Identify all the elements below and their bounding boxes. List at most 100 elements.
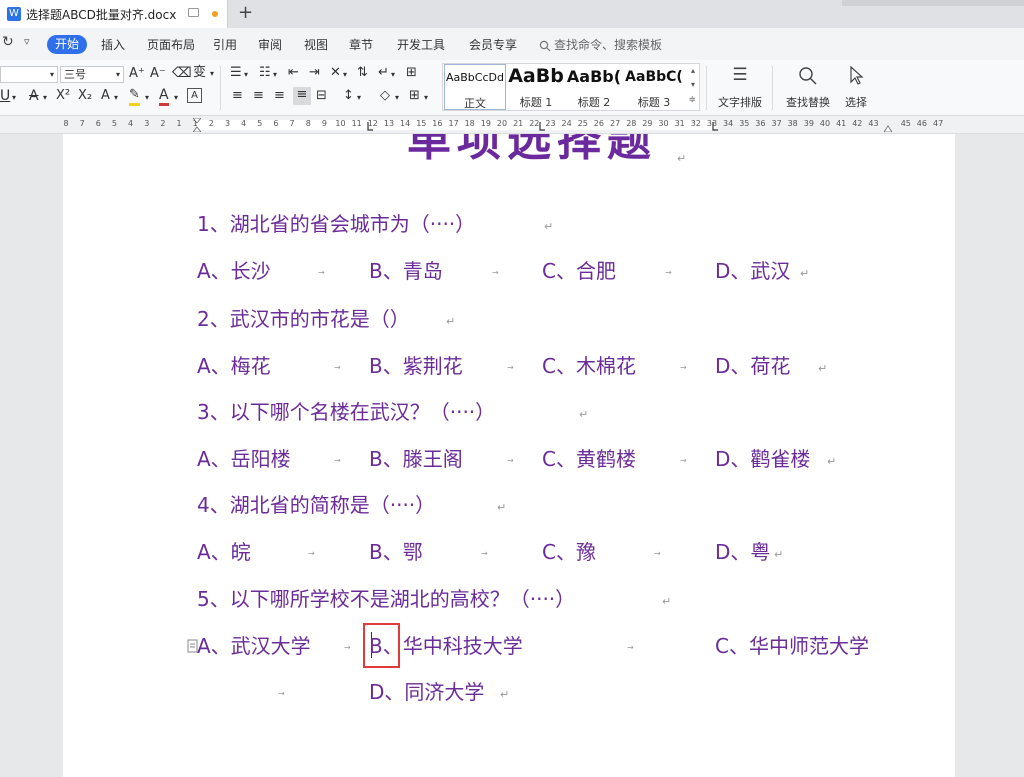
style-heading-3[interactable]: AaBbC( 标题 3: [623, 64, 685, 110]
q5-option-d[interactable]: D、同济大学: [369, 680, 484, 704]
chevron-down-icon[interactable]: ▾: [343, 67, 347, 83]
question-5[interactable]: 5、以下哪所学校不是湖北的高校？（····）: [197, 587, 575, 611]
menu-tab-references[interactable]: 引用: [213, 36, 237, 53]
shading-icon[interactable]: ◇: [380, 88, 390, 104]
subscript-button[interactable]: X₂: [78, 88, 92, 104]
q4-option-b[interactable]: B、鄂: [369, 540, 423, 564]
chevron-down-icon[interactable]: ▾: [357, 90, 361, 106]
q1-option-a[interactable]: A、长沙: [197, 259, 271, 283]
tab-stop-marker-icon[interactable]: [366, 118, 374, 132]
style-heading-2[interactable]: AaBb( 标题 2: [565, 64, 623, 110]
document-tab[interactable]: W 选择题ABCD批量对齐.docx: [0, 0, 228, 28]
pinyin-icon[interactable]: 变: [193, 65, 206, 81]
q2-option-a[interactable]: A、梅花: [197, 354, 271, 378]
sort-icon[interactable]: ⇅: [357, 65, 368, 81]
font-name-select[interactable]: ▾: [0, 66, 58, 83]
q4-option-a[interactable]: A、皖: [197, 540, 251, 564]
shrink-font-button[interactable]: A⁻: [150, 66, 166, 82]
document-page[interactable]: 单项选择题 ↵ 1、湖北省的省会城市为（····） ↵ A、长沙 → B、青岛 …: [63, 134, 955, 777]
question-1[interactable]: 1、湖北省的省会城市为（····）: [197, 212, 475, 236]
line-spacing-icon[interactable]: ↕: [343, 88, 354, 104]
q3-option-d[interactable]: D、鹳雀楼: [715, 447, 810, 471]
bullet-list-icon[interactable]: ☰: [230, 65, 242, 81]
menu-tab-chapter[interactable]: 章节: [349, 36, 373, 53]
styles-more-icon[interactable]: ≑: [688, 95, 696, 105]
show-marks-icon[interactable]: ↵: [378, 65, 389, 81]
tab-stop-marker-icon[interactable]: [538, 118, 546, 132]
font-color-icon[interactable]: A: [159, 87, 169, 106]
superscript-button[interactable]: X²: [56, 88, 70, 104]
increase-indent-icon[interactable]: ⇥: [309, 65, 320, 81]
borders-icon[interactable]: ⊞: [409, 88, 420, 104]
menu-tab-review[interactable]: 审阅: [258, 36, 282, 53]
chevron-down-icon[interactable]: ▾: [395, 90, 399, 106]
quick-access-dropdown-icon[interactable]: ▿: [24, 35, 30, 48]
text-effect-icon[interactable]: A: [101, 88, 110, 104]
search-icon[interactable]: [539, 37, 551, 52]
chevron-down-icon[interactable]: ▾: [244, 67, 248, 83]
styles-scroll-up-icon[interactable]: ▴: [691, 66, 695, 75]
new-tab-plus-icon[interactable]: +: [238, 2, 253, 24]
indent-marker-icon[interactable]: [193, 118, 201, 132]
chevron-down-icon[interactable]: ▾: [174, 90, 178, 106]
menu-tab-view[interactable]: 视图: [304, 36, 328, 53]
chevron-down-icon[interactable]: ▾: [43, 90, 47, 106]
strikethrough-button[interactable]: A: [29, 88, 39, 104]
menu-tab-page-layout[interactable]: 页面布局: [147, 36, 195, 53]
question-2[interactable]: 2、武汉市的市花是（）: [197, 307, 410, 331]
distributed-align-icon[interactable]: ⊟: [316, 88, 327, 104]
align-left-icon[interactable]: ≡: [232, 88, 243, 104]
q1-option-b[interactable]: B、青岛: [369, 259, 443, 283]
menu-tab-developer[interactable]: 开发工具: [397, 36, 445, 53]
decrease-indent-icon[interactable]: ⇤: [288, 65, 299, 81]
menu-tab-home[interactable]: 开始: [47, 35, 87, 54]
numbered-list-icon[interactable]: ☷: [259, 65, 271, 81]
style-heading-1[interactable]: AaBb 标题 1: [507, 64, 565, 110]
command-search-input[interactable]: 查找命令、搜索模板: [554, 36, 662, 53]
chevron-down-icon[interactable]: ▾: [273, 67, 277, 83]
menu-tab-insert[interactable]: 插入: [101, 36, 125, 53]
q2-option-b[interactable]: B、紫荆花: [369, 354, 463, 378]
select-button[interactable]: 选择: [838, 64, 874, 110]
chevron-down-icon[interactable]: ▾: [424, 90, 428, 106]
table-of-contents-icon[interactable]: ⊞: [406, 65, 417, 81]
chevron-down-icon[interactable]: ▾: [391, 67, 395, 83]
chevron-down-icon[interactable]: ▾: [145, 90, 149, 106]
q2-option-d[interactable]: D、荷花: [715, 354, 790, 378]
horizontal-ruler[interactable]: 8 7 6 5 4 3 2 1 1 2 3 4 5 6 7 8 9 10 11 12 13 14 15 16 17 18 19 20 2…: [0, 116, 1024, 134]
styles-scroll-down-icon[interactable]: ▾: [691, 80, 695, 89]
q3-option-c[interactable]: C、黄鹤楼: [542, 447, 636, 471]
chevron-down-icon[interactable]: ▾: [210, 66, 214, 82]
q5-option-c[interactable]: C、华中师范大学: [715, 634, 869, 658]
question-4[interactable]: 4、湖北省的简称是（····）: [197, 493, 435, 517]
q5-option-a[interactable]: A、武汉大学: [197, 634, 311, 658]
right-indent-marker-icon[interactable]: [884, 118, 892, 132]
q1-option-c[interactable]: C、合肥: [542, 259, 616, 283]
align-justify-icon[interactable]: ≡: [293, 87, 311, 105]
chinese-layout-icon[interactable]: ✕: [330, 65, 341, 81]
underline-button[interactable]: U: [0, 88, 10, 104]
find-replace-button[interactable]: 查找替换: [780, 64, 836, 110]
chevron-down-icon[interactable]: ▾: [12, 90, 16, 106]
q3-option-b[interactable]: B、滕王阁: [369, 447, 463, 471]
q4-option-d[interactable]: D、粤: [715, 540, 770, 564]
q3-option-a[interactable]: A、岳阳楼: [197, 447, 291, 471]
tab-screen-icon[interactable]: [188, 8, 199, 17]
style-normal[interactable]: AaBbCcDd 正文: [444, 64, 506, 110]
font-size-select[interactable]: 三号 ▾: [60, 66, 124, 83]
text-layout-button[interactable]: ☰ 文字排版: [712, 64, 768, 110]
q5-option-b[interactable]: B、华中科技大学: [369, 634, 523, 658]
redo-icon[interactable]: ↻: [2, 34, 14, 50]
q1-option-d[interactable]: D、武汉: [715, 259, 790, 283]
q4-option-c[interactable]: C、豫: [542, 540, 596, 564]
char-border-icon[interactable]: A: [187, 88, 202, 103]
tab-stop-marker-icon[interactable]: [711, 118, 719, 132]
highlight-pen-icon[interactable]: ✎: [129, 87, 140, 106]
align-right-icon[interactable]: ≡: [274, 88, 285, 104]
menu-tab-member[interactable]: 会员专享: [469, 36, 517, 53]
q2-option-c[interactable]: C、木棉花: [542, 354, 636, 378]
grow-font-button[interactable]: A⁺: [129, 66, 145, 82]
question-3[interactable]: 3、以下哪个名楼在武汉？（····）: [197, 400, 495, 424]
eraser-icon[interactable]: ⌫: [172, 65, 192, 81]
chevron-down-icon[interactable]: ▾: [114, 90, 118, 106]
